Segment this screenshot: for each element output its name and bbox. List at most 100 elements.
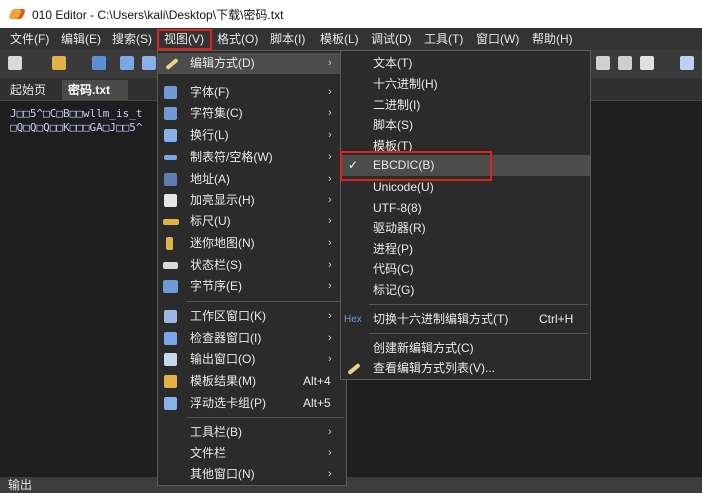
edit-as-drive[interactable]: 驱动器(R): [341, 218, 590, 239]
output-panel-header: 输出: [0, 477, 702, 493]
shortcut-alt4: Alt+4: [303, 374, 331, 388]
chevron-right-icon: ›: [328, 468, 332, 480]
view-menu-item-byte-order[interactable]: 字节序(E) ›: [158, 276, 346, 297]
minimap-icon: [166, 237, 173, 250]
template-results-icon: [164, 375, 177, 388]
menu-separator: [186, 417, 344, 418]
tab-start-page[interactable]: 起始页: [4, 80, 52, 100]
font-icon: [164, 86, 177, 99]
view-menu-highlight: [157, 29, 212, 50]
menu-format[interactable]: 格式(O): [217, 31, 258, 47]
tab-space-icon: [164, 155, 177, 160]
floating-tabs-icon: [164, 397, 177, 410]
view-menu-item-wrap[interactable]: 换行(L) ›: [158, 125, 346, 146]
ebcdic-highlight: [340, 151, 492, 181]
copy-icon[interactable]: [142, 56, 156, 70]
chevron-right-icon: ›: [328, 310, 332, 322]
ruler-icon: [163, 219, 179, 225]
chevron-right-icon: ›: [328, 215, 332, 227]
address-icon: [164, 173, 177, 186]
menu-bar: 文件(F) 编辑(E) 搜索(S) 视图(V) 格式(O) 脚本(I) 模板(L…: [0, 28, 702, 50]
menu-separator: [369, 333, 588, 334]
editor-line-1: J□□5^□C□B□□wllm_is_t: [10, 107, 143, 120]
wrap-icon: [164, 129, 177, 142]
menu-window[interactable]: 窗口(W): [476, 31, 519, 47]
menu-tools[interactable]: 工具(T): [424, 31, 463, 47]
view-menu-item-charset[interactable]: 字符集(C) ›: [158, 103, 346, 124]
paragraph-icon[interactable]: [596, 56, 610, 70]
edit-as-tag[interactable]: 标记(G): [341, 280, 590, 301]
chevron-right-icon: ›: [328, 194, 332, 206]
title-bar: 010 Editor - C:\Users\kali\Desktop\下载\密码…: [0, 0, 702, 28]
pencil-icon: [347, 362, 361, 376]
highlight-icon: [164, 194, 177, 207]
chevron-right-icon: ›: [328, 86, 332, 98]
highlight-tool-icon[interactable]: [640, 56, 654, 70]
view-menu-item-statusbar[interactable]: 状态栏(S) ›: [158, 255, 346, 276]
edit-as-text[interactable]: 文本(T): [341, 53, 590, 74]
app-logo-icon: [8, 9, 26, 19]
save-all-icon[interactable]: [120, 56, 134, 70]
menu-debug[interactable]: 调试(D): [371, 31, 412, 47]
window-title: 010 Editor - C:\Users\kali\Desktop\下载\密码…: [32, 7, 284, 22]
view-menu-item-minimap[interactable]: 迷你地图(N) ›: [158, 233, 346, 254]
menu-file[interactable]: 文件(F): [10, 31, 49, 47]
edit-as-binary[interactable]: 二进制(I): [341, 95, 590, 116]
chevron-right-icon: ›: [328, 57, 332, 69]
chevron-right-icon: ›: [328, 426, 332, 438]
open-folder-icon[interactable]: [52, 56, 66, 70]
workspace-icon: [164, 310, 177, 323]
menu-separator: [369, 304, 588, 305]
save-icon[interactable]: [92, 56, 106, 70]
view-menu-item-template-results[interactable]: 模板结果(M) Alt+4: [158, 371, 346, 392]
hex-icon: Hex: [344, 314, 362, 325]
menu-script[interactable]: 脚本(I): [270, 31, 305, 47]
menu-help[interactable]: 帮助(H): [532, 31, 573, 47]
edit-as-process[interactable]: 进程(P): [341, 239, 590, 260]
view-menu-item-inspector[interactable]: 检查器窗口(I) ›: [158, 328, 346, 349]
chevron-right-icon: ›: [328, 353, 332, 365]
chevron-right-icon: ›: [328, 129, 332, 141]
edit-as-submenu: 文本(T) 十六进制(H) 二进制(I) 脚本(S) 模板(T) ✓ EBCDI…: [340, 50, 591, 380]
menu-template[interactable]: 模板(L): [320, 31, 359, 47]
columns-icon[interactable]: [618, 56, 632, 70]
chevron-right-icon: ›: [328, 237, 332, 249]
inspector-icon: [164, 332, 177, 345]
charset-icon: [164, 107, 177, 120]
tab-password-txt[interactable]: 密码.txt ×: [62, 80, 128, 117]
edit-as-hex[interactable]: 十六进制(H): [341, 74, 590, 95]
chevron-right-icon: ›: [328, 151, 332, 163]
menu-search[interactable]: 搜索(S): [112, 31, 152, 47]
view-menu-item-other-windows[interactable]: 其他窗口(N) ›: [158, 464, 346, 485]
new-file-icon[interactable]: [8, 56, 22, 70]
chevron-right-icon: ›: [328, 259, 332, 271]
edit-as-view-list[interactable]: 查看编辑方式列表(V)...: [341, 358, 590, 379]
output-icon: [164, 353, 177, 366]
view-menu-item-font[interactable]: 字体(F) ›: [158, 82, 346, 103]
chevron-right-icon: ›: [328, 332, 332, 344]
shortcut-alt5: Alt+5: [303, 396, 331, 410]
view-menu-item-toolbars[interactable]: 工具栏(B) ›: [158, 422, 346, 443]
menu-separator: [186, 301, 344, 302]
edit-as-code[interactable]: 代码(C): [341, 259, 590, 280]
edit-as-toggle-hex[interactable]: Hex 切换十六进制编辑方式(T) Ctrl+H: [341, 309, 590, 330]
view-menu-item-ruler[interactable]: 标尺(U) ›: [158, 211, 346, 232]
view-menu-item-edit-as[interactable]: 编辑方式(D) ›: [158, 53, 346, 74]
edit-as-script[interactable]: 脚本(S): [341, 115, 590, 136]
view-menu-item-workspace[interactable]: 工作区窗口(K) ›: [158, 306, 346, 327]
view-menu-item-highlight[interactable]: 加亮显示(H) ›: [158, 190, 346, 211]
menu-edit[interactable]: 编辑(E): [61, 31, 101, 47]
view-menu-dropdown: 编辑方式(D) › 字体(F) › 字符集(C) › 换行(L) › 制表符/空…: [157, 50, 347, 486]
output-label: 输出: [8, 478, 33, 492]
view-menu-item-floating-tabs[interactable]: 浮动选卡组(P) Alt+5: [158, 393, 346, 414]
edit-as-utf8[interactable]: UTF-8(8): [341, 198, 590, 219]
chevron-right-icon: ›: [328, 107, 332, 119]
tab-label: 密码.txt: [68, 83, 111, 97]
view-menu-item-address[interactable]: 地址(A) ›: [158, 169, 346, 190]
view-menu-item-tabs-spaces[interactable]: 制表符/空格(W) ›: [158, 147, 346, 168]
edit-as-create-new[interactable]: 创建新编辑方式(C): [341, 338, 590, 359]
calculator-icon[interactable]: [680, 56, 694, 70]
view-menu-item-file-bar[interactable]: 文件栏 ›: [158, 443, 346, 464]
view-menu-item-output[interactable]: 输出窗口(O) ›: [158, 349, 346, 370]
chevron-right-icon: ›: [328, 280, 332, 292]
